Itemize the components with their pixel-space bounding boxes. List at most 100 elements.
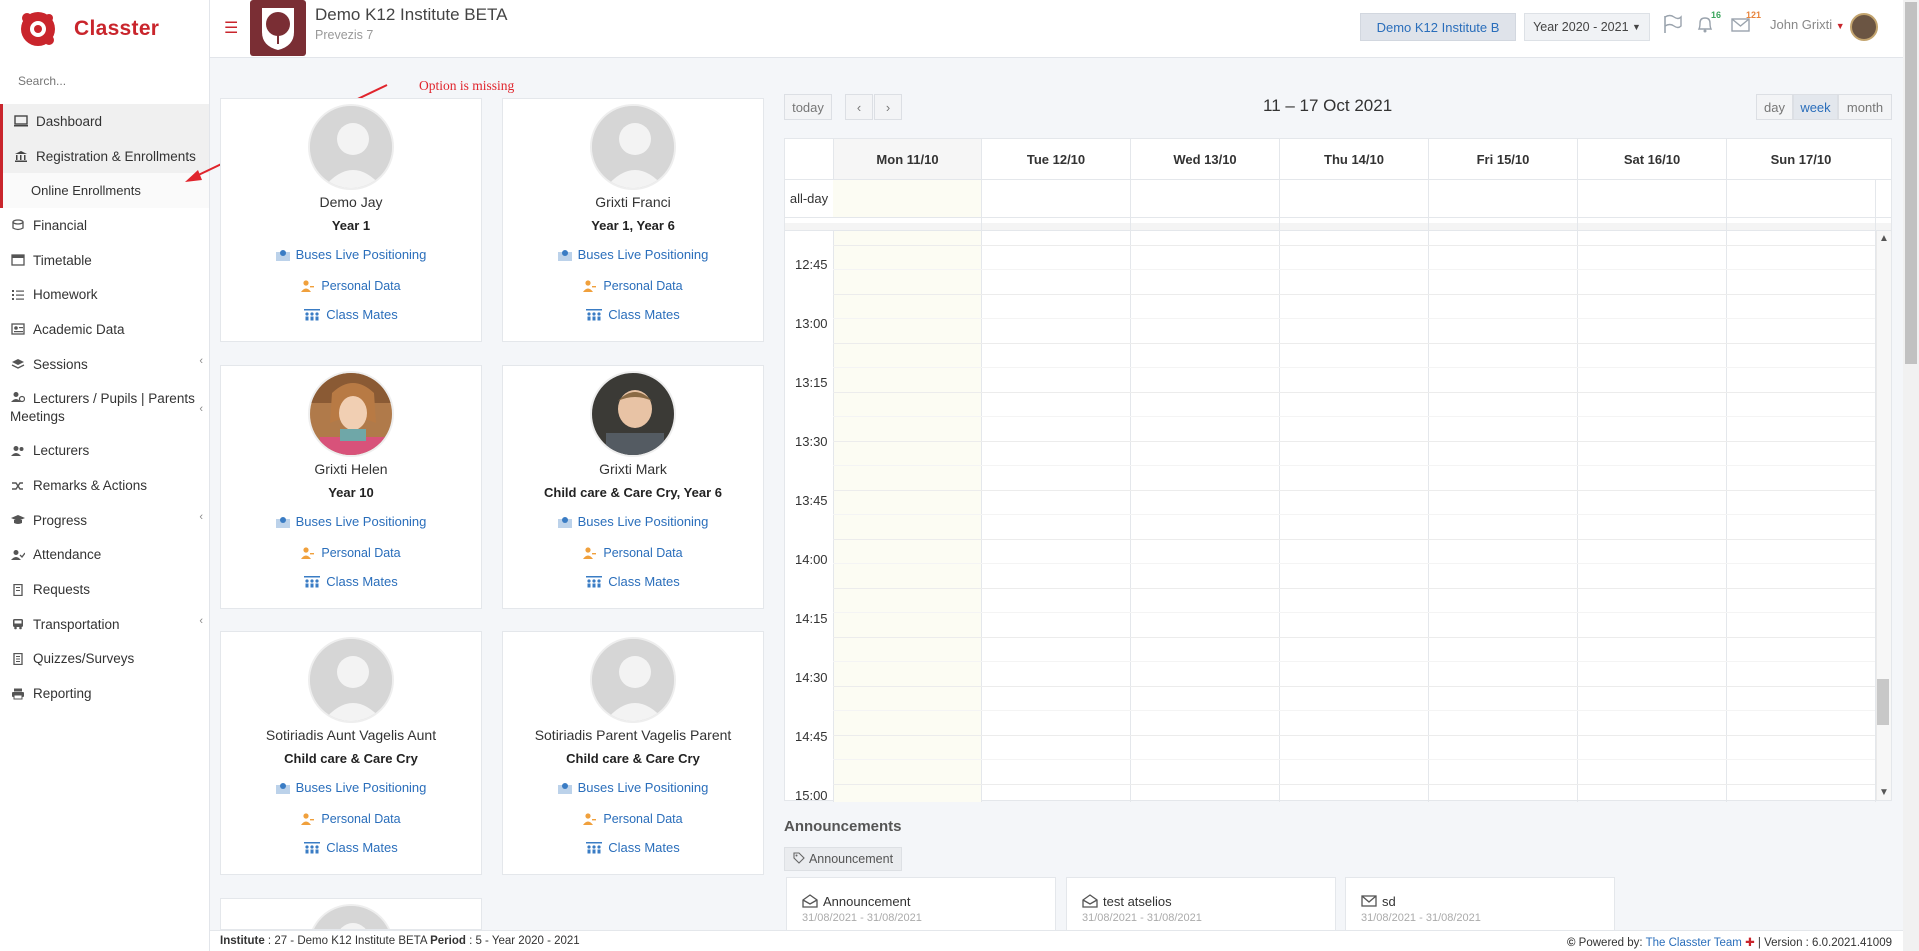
time-label: 13:30 bbox=[795, 434, 828, 449]
student-name: Demo Jay bbox=[319, 194, 383, 210]
chevron-up-icon[interactable]: ▲ bbox=[1879, 233, 1889, 244]
sidebar-item-label: Attendance bbox=[33, 547, 102, 563]
calendar-view-day[interactable]: day bbox=[1756, 94, 1793, 120]
calendar-scrollbar[interactable]: ▲ ▼ bbox=[1876, 231, 1891, 800]
buses-live-positioning-link[interactable]: Buses Live Positioning bbox=[503, 780, 763, 795]
year-select[interactable]: Year 2020 - 2021 ▼ bbox=[1524, 13, 1650, 41]
student-name: Sotiriadis Parent Vagelis Parent bbox=[534, 727, 732, 743]
student-year: Child care & Care Cry bbox=[284, 751, 418, 766]
flag-icon[interactable] bbox=[1662, 14, 1684, 36]
calendar-title: 11 – 17 Oct 2021 bbox=[1263, 96, 1393, 115]
announcement-date: 31/08/2021 - 31/08/2021 bbox=[1082, 912, 1202, 924]
sidebar-item-lecturers[interactable]: Lecturers bbox=[0, 434, 209, 469]
user-name[interactable]: John Grixti ▼ bbox=[1770, 17, 1845, 32]
messages-badge: 121 bbox=[1746, 10, 1762, 20]
announcement-card[interactable]: Announcement 31/08/2021 - 31/08/2021 bbox=[786, 877, 1056, 937]
calendar-view-month[interactable]: month bbox=[1838, 94, 1892, 120]
sidebar-item-meetings[interactable]: Lecturers / Pupils | Parents Meetings ‹ bbox=[0, 382, 209, 434]
sidebar-item-timetable[interactable]: Timetable bbox=[0, 243, 209, 278]
sidebar-item-online-enrollments[interactable]: Online Enrollments bbox=[0, 173, 209, 209]
sidebar-item-homework[interactable]: Homework bbox=[0, 277, 209, 312]
calendar-scroll-thumb[interactable] bbox=[1877, 679, 1889, 725]
today-column[interactable] bbox=[833, 231, 981, 802]
calendar-today-button[interactable]: today bbox=[784, 94, 832, 120]
user-edit-icon bbox=[301, 813, 315, 825]
buses-live-positioning-link[interactable]: Buses Live Positioning bbox=[503, 514, 763, 529]
sidebar-item-financial[interactable]: Financial bbox=[0, 208, 209, 243]
hamburger-menu-icon[interactable]: ☰ bbox=[224, 18, 238, 38]
day-header: Sat 16/10 bbox=[1577, 139, 1726, 179]
institute-switch-button[interactable]: Demo K12 Institute B bbox=[1360, 13, 1516, 41]
profile-placeholder-avatar bbox=[308, 104, 394, 190]
envelope-icon[interactable]: 121 bbox=[1730, 10, 1761, 36]
announcement-title: test atselios bbox=[1103, 894, 1172, 909]
sidebar-item-label: Lecturers bbox=[33, 443, 90, 459]
sidebar-item-sessions[interactable]: Sessions ‹ bbox=[0, 347, 209, 382]
student-year: Year 10 bbox=[328, 485, 374, 500]
users-group-icon bbox=[304, 308, 321, 321]
class-mates-link[interactable]: Class Mates bbox=[221, 307, 481, 322]
sidebar-item-label: Sessions bbox=[33, 356, 88, 372]
announcement-title: sd bbox=[1382, 894, 1396, 909]
student-name: Sotiriadis Aunt Vagelis Aunt bbox=[265, 727, 437, 743]
sidebar-item-label: Reporting bbox=[33, 686, 92, 702]
buses-live-positioning-link[interactable]: Buses Live Positioning bbox=[221, 780, 481, 795]
announcement-date: 31/08/2021 - 31/08/2021 bbox=[802, 912, 922, 924]
time-label: 13:45 bbox=[795, 493, 828, 508]
classter-team-link[interactable]: The Classter Team bbox=[1646, 937, 1742, 949]
tag-icon bbox=[793, 851, 805, 867]
sidebar-item-remarks[interactable]: Remarks & Actions bbox=[0, 468, 209, 503]
page-scroll-thumb[interactable] bbox=[1905, 2, 1917, 364]
user-avatar[interactable] bbox=[1850, 13, 1878, 41]
calendar-prev-button[interactable]: ‹ bbox=[845, 94, 873, 120]
buses-live-positioning-link[interactable]: Buses Live Positioning bbox=[221, 514, 481, 529]
envelope-open-icon bbox=[1082, 894, 1098, 911]
buses-live-positioning-link[interactable]: Buses Live Positioning bbox=[221, 247, 481, 262]
sidebar-item-academic-data[interactable]: Academic Data bbox=[0, 312, 209, 347]
chevron-down-icon[interactable]: ▼ bbox=[1879, 787, 1889, 798]
class-mates-link[interactable]: Class Mates bbox=[221, 840, 481, 855]
class-mates-link[interactable]: Class Mates bbox=[503, 840, 763, 855]
sidebar-item-progress[interactable]: Progress ‹ bbox=[0, 503, 209, 538]
announcement-card[interactable]: test atselios 31/08/2021 - 31/08/2021 bbox=[1066, 877, 1336, 937]
map-marker-icon bbox=[557, 516, 572, 528]
personal-data-link[interactable]: Personal Data bbox=[503, 812, 763, 826]
user-check-icon bbox=[10, 548, 26, 562]
student-name: Grixti Franci bbox=[595, 194, 671, 210]
user-edit-icon bbox=[583, 813, 597, 825]
class-mates-link[interactable]: Class Mates bbox=[503, 307, 763, 322]
page-scrollbar[interactable] bbox=[1903, 0, 1919, 951]
sidebar-item-requests[interactable]: Requests bbox=[0, 572, 209, 607]
checklist-icon bbox=[10, 652, 26, 666]
logo[interactable]: Classter bbox=[0, 0, 209, 58]
sidebar-item-transportation[interactable]: Transportation ‹ bbox=[0, 607, 209, 642]
sidebar-item-label: Dashboard bbox=[36, 113, 103, 129]
sidebar-item-reporting[interactable]: Reporting bbox=[0, 676, 209, 711]
allday-cell-today[interactable] bbox=[833, 180, 981, 217]
announcement-card[interactable]: sd 31/08/2021 - 31/08/2021 bbox=[1345, 877, 1615, 937]
announcement-tag-filter[interactable]: Announcement bbox=[784, 847, 902, 871]
time-label: 14:15 bbox=[795, 611, 828, 626]
personal-data-link[interactable]: Personal Data bbox=[221, 279, 481, 293]
class-mates-link[interactable]: Class Mates bbox=[221, 574, 481, 589]
day-header: Mon 11/10 bbox=[833, 139, 981, 179]
class-mates-link[interactable]: Class Mates bbox=[503, 574, 763, 589]
personal-data-link[interactable]: Personal Data bbox=[221, 546, 481, 560]
user-edit-icon bbox=[301, 280, 315, 292]
personal-data-link[interactable]: Personal Data bbox=[221, 812, 481, 826]
sidebar-search bbox=[0, 58, 209, 104]
sidebar-item-dashboard[interactable]: Dashboard bbox=[0, 104, 209, 139]
sidebar-item-label: Registration & Enrollments bbox=[36, 148, 196, 164]
calendar-view-week[interactable]: week bbox=[1793, 94, 1838, 120]
sidebar-item-quizzes[interactable]: Quizzes/Surveys bbox=[0, 642, 209, 677]
bell-icon[interactable]: 16 bbox=[1695, 10, 1721, 36]
personal-data-link[interactable]: Personal Data bbox=[503, 279, 763, 293]
personal-data-link[interactable]: Personal Data bbox=[503, 546, 763, 560]
search-input[interactable] bbox=[18, 74, 188, 88]
user-edit-icon bbox=[583, 280, 597, 292]
sidebar-item-registration[interactable]: Registration & Enrollments bbox=[0, 138, 209, 174]
calendar-next-button[interactable]: › bbox=[874, 94, 902, 120]
map-marker-icon bbox=[557, 782, 572, 794]
sidebar-item-attendance[interactable]: Attendance bbox=[0, 538, 209, 573]
buses-live-positioning-link[interactable]: Buses Live Positioning bbox=[503, 247, 763, 262]
